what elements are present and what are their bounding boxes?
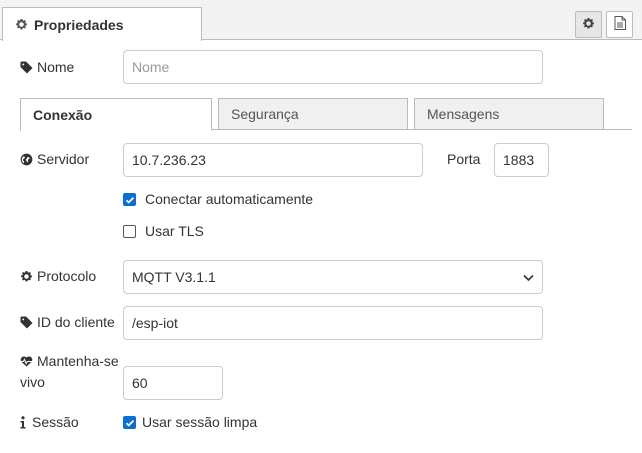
tag-icon [20,315,33,329]
gear-icon [20,270,33,283]
use-tls-checkbox[interactable] [123,225,136,238]
session-label: Sessão [20,414,79,430]
auto-connect-label[interactable]: Conectar automaticamente [145,191,313,207]
tab-security[interactable]: Segurança [218,98,408,130]
heartbeat-icon [20,355,33,368]
description-button[interactable] [606,11,633,38]
clean-session-checkbox[interactable] [123,416,136,429]
protocol-select[interactable]: MQTT V3.1.1 [123,260,543,294]
port-label: Porta [447,151,481,167]
info-icon [20,415,28,429]
tag-icon [20,60,33,74]
keepalive-label-line1: Mantenha-se [20,353,119,369]
tab-connection[interactable]: Conexão [20,98,212,131]
chevron-down-icon [523,269,534,285]
check-icon [125,196,134,204]
name-label: Nome [20,59,74,75]
name-input[interactable] [123,50,543,84]
properties-tab[interactable]: Propriedades [2,7,202,41]
properties-tab-label: Propriedades [34,16,124,33]
server-input[interactable]: 10.7.236.23 [123,143,423,177]
gear-icon [582,17,595,33]
gear-icon [15,18,28,31]
keepalive-input[interactable]: 60 [123,366,223,400]
clean-session-label[interactable]: Usar sessão limpa [142,414,257,430]
client-id-input[interactable]: /esp-iot [123,306,543,340]
check-icon [125,419,134,427]
protocol-label: Protocolo [20,268,96,284]
client-id-label: ID do cliente [20,314,115,330]
keepalive-label-line2: vivo [20,374,45,390]
protocol-selected-value: MQTT V3.1.1 [132,269,216,285]
server-label: Servidor [20,151,89,167]
settings-button[interactable] [575,11,602,38]
auto-connect-checkbox[interactable] [123,193,136,206]
use-tls-label[interactable]: Usar TLS [145,223,204,239]
tab-messages[interactable]: Mensagens [414,98,604,130]
document-icon [614,16,626,33]
port-input[interactable]: 1883 [494,143,549,177]
globe-icon [20,153,33,166]
